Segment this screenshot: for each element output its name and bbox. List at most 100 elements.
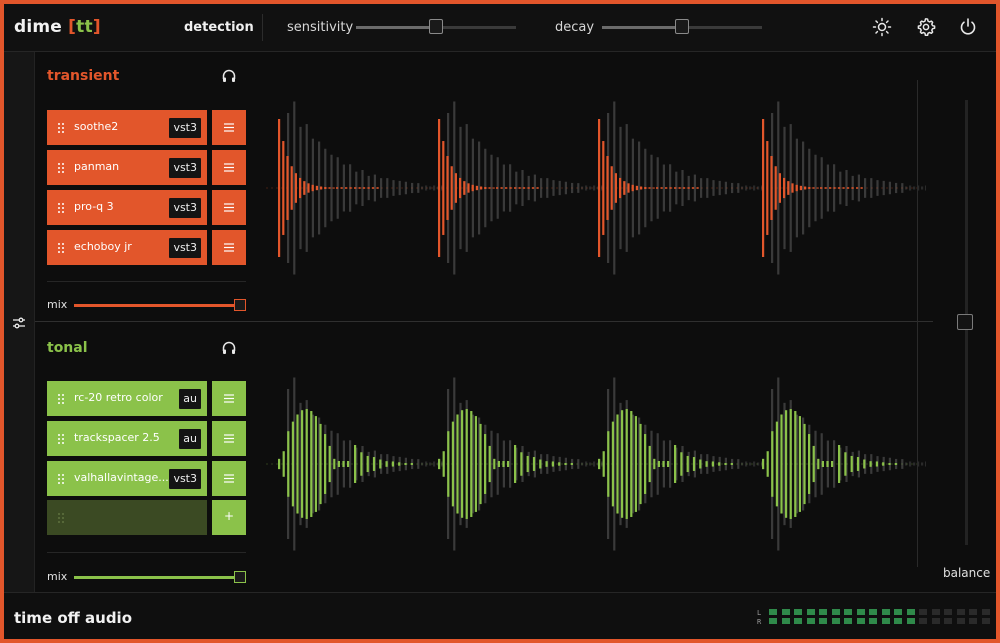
add-plugin-button[interactable]: + — [212, 500, 246, 535]
meter-cell — [919, 609, 927, 615]
tonal-waveform — [266, 377, 926, 551]
detection-tab[interactable]: detection — [184, 20, 254, 35]
headphones-icon[interactable] — [221, 68, 237, 84]
tonal-title: tonal — [47, 340, 88, 356]
meter-cell — [819, 609, 827, 615]
meter-cell — [931, 618, 940, 624]
waveform-bar — [648, 187, 651, 189]
waveform-bar — [438, 119, 441, 257]
drag-handle-icon[interactable] — [57, 202, 65, 214]
decay-slider-thumb[interactable] — [675, 19, 689, 34]
headphones-icon[interactable] — [221, 340, 237, 356]
waveform-bar — [803, 423, 806, 505]
sliders-icon[interactable] — [12, 316, 26, 330]
waveform-bar — [623, 181, 626, 195]
divider — [47, 281, 246, 282]
waveform-bar — [829, 187, 832, 189]
plugin-menu-button[interactable] — [212, 461, 246, 496]
menu-icon — [224, 203, 234, 212]
drag-handle-icon[interactable] — [57, 393, 65, 405]
divider — [47, 552, 246, 553]
sensitivity-label: sensitivity — [287, 20, 354, 35]
menu-icon — [224, 163, 234, 172]
menu-icon — [224, 243, 234, 252]
plugin-slot[interactable]: echoboy jr vst3 — [47, 230, 207, 265]
meter-cell — [919, 618, 927, 624]
waveform-bar — [669, 440, 672, 488]
waveform-bar — [514, 445, 517, 483]
waveform-bar — [589, 186, 592, 190]
balance-slider-thumb[interactable] — [957, 314, 973, 330]
transient-mix-slider[interactable] — [74, 304, 240, 307]
waveform-bar — [648, 445, 651, 483]
meter-cell — [794, 618, 802, 624]
waveform-bar — [674, 445, 677, 483]
plugin-slot[interactable]: panman vst3 — [47, 150, 207, 185]
menu-icon — [224, 474, 234, 483]
drag-handle-icon[interactable] — [57, 242, 65, 254]
waveform-bar — [925, 461, 926, 467]
drag-handle-icon[interactable] — [57, 162, 65, 174]
drag-handle-icon[interactable] — [57, 433, 65, 445]
sun-icon[interactable] — [872, 17, 892, 37]
meter-cell — [881, 609, 890, 615]
waveform-bar — [509, 440, 512, 488]
waveform-bar — [429, 462, 432, 466]
plugin-menu-button[interactable] — [212, 230, 246, 265]
meter-cell — [856, 618, 865, 624]
tonal-mix-thumb[interactable] — [234, 571, 246, 583]
footer: time off audio L R — [4, 592, 996, 639]
waveform-bar — [438, 458, 441, 470]
add-label: + — [223, 509, 235, 523]
plugin-format-badge: vst3 — [169, 118, 201, 138]
meter-cell — [944, 609, 952, 615]
plugin-slot[interactable]: rc-20 retro color au — [47, 381, 207, 416]
plugin-menu-button[interactable] — [212, 150, 246, 185]
waveform-bar — [478, 141, 481, 235]
decay-slider[interactable] — [602, 19, 762, 34]
waveform-bar — [328, 187, 331, 189]
plugin-menu-button[interactable] — [212, 190, 246, 225]
waveform-bar — [678, 187, 681, 189]
plugin-format-badge: au — [179, 429, 201, 449]
plugin-slot[interactable]: soothe2 vst3 — [47, 110, 207, 145]
meter-cell — [844, 609, 852, 615]
transient-mix-thumb[interactable] — [234, 299, 246, 311]
waveform-bar — [558, 180, 561, 196]
waveform-bar — [619, 177, 622, 199]
sensitivity-slider[interactable] — [356, 19, 516, 34]
waveform-bar — [502, 164, 505, 212]
drag-handle-icon[interactable] — [57, 473, 65, 485]
plugin-slot[interactable]: valhallavintage... vst3 — [47, 461, 207, 496]
waveform-bar — [653, 458, 656, 470]
waveform-bar — [598, 119, 601, 257]
waveform-bar — [921, 186, 924, 190]
tonal-mix-slider[interactable] — [74, 576, 240, 579]
plugin-menu-button[interactable] — [212, 110, 246, 145]
plugin-slot[interactable]: trackspacer 2.5 au — [47, 421, 207, 456]
waveform-bar — [718, 180, 721, 196]
waveform-bar — [398, 180, 401, 196]
transient-title: transient — [47, 68, 120, 84]
plugin-slot[interactable]: pro-q 3 vst3 — [47, 190, 207, 225]
meter-cell — [981, 618, 990, 624]
waveform-bar — [753, 461, 756, 467]
meter-cell — [956, 618, 965, 624]
gear-icon[interactable] — [916, 17, 936, 37]
meter-cell — [781, 618, 790, 624]
plugin-menu-button[interactable] — [212, 421, 246, 456]
drag-handle-icon[interactable] — [57, 512, 65, 524]
meter-cell — [831, 618, 840, 624]
plugin-menu-button[interactable] — [212, 381, 246, 416]
side-panel-strip — [4, 52, 35, 592]
waveform-bar — [337, 461, 340, 467]
waveform-bar — [493, 458, 496, 470]
sensitivity-slider-thumb[interactable] — [429, 19, 443, 34]
waveform-bar — [358, 187, 361, 189]
waveform-bar — [753, 185, 756, 191]
drag-handle-icon[interactable] — [57, 122, 65, 134]
empty-plugin-slot[interactable] — [47, 500, 207, 535]
power-icon[interactable] — [958, 17, 978, 37]
transient-mix-label: mix — [47, 298, 68, 311]
waveform-bar — [798, 416, 801, 512]
